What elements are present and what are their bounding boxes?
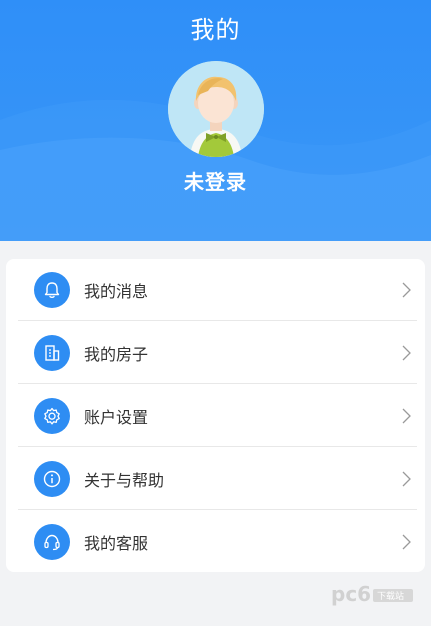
menu-item-label: 账户设置 [84,408,149,427]
chevron-right-icon [402,282,411,298]
headset-icon [34,524,70,560]
divider [18,509,417,510]
menu-item-label: 我的客服 [84,534,149,553]
svg-text:pc6: pc6 [331,582,371,606]
menu-item-label: 我的房子 [84,345,149,364]
building-icon [34,335,70,371]
chevron-right-icon [402,471,411,487]
menu-item-my-house[interactable]: 我的房子 [18,322,417,384]
divider [18,446,417,447]
chevron-right-icon [402,534,411,550]
bell-icon [34,272,70,308]
pc6-watermark-logo: pc6 下载站 [331,582,413,606]
menu-item-label: 我的消息 [84,282,149,301]
menu-item-customer-service[interactable]: 我的客服 [18,511,417,573]
menu-card: 我的消息 我的房子 账户设置 关于与帮助 我的客服 [6,259,425,572]
divider [18,320,417,321]
svg-text:下载站: 下载站 [377,590,404,602]
info-icon [34,461,70,497]
page-title: 我的 [190,16,241,44]
profile-header: 我的 未登录 [0,0,431,241]
login-status[interactable]: 未登录 [0,166,431,195]
gear-icon [34,398,70,434]
avatar[interactable] [168,61,264,157]
chevron-right-icon [402,408,411,424]
menu-item-label: 关于与帮助 [84,471,165,490]
menu-item-about-help[interactable]: 关于与帮助 [18,448,417,510]
divider [18,383,417,384]
menu-item-account-settings[interactable]: 账户设置 [18,385,417,447]
menu-item-messages[interactable]: 我的消息 [18,259,417,321]
chevron-right-icon [402,345,411,361]
cartoon-avatar-icon [168,61,264,157]
